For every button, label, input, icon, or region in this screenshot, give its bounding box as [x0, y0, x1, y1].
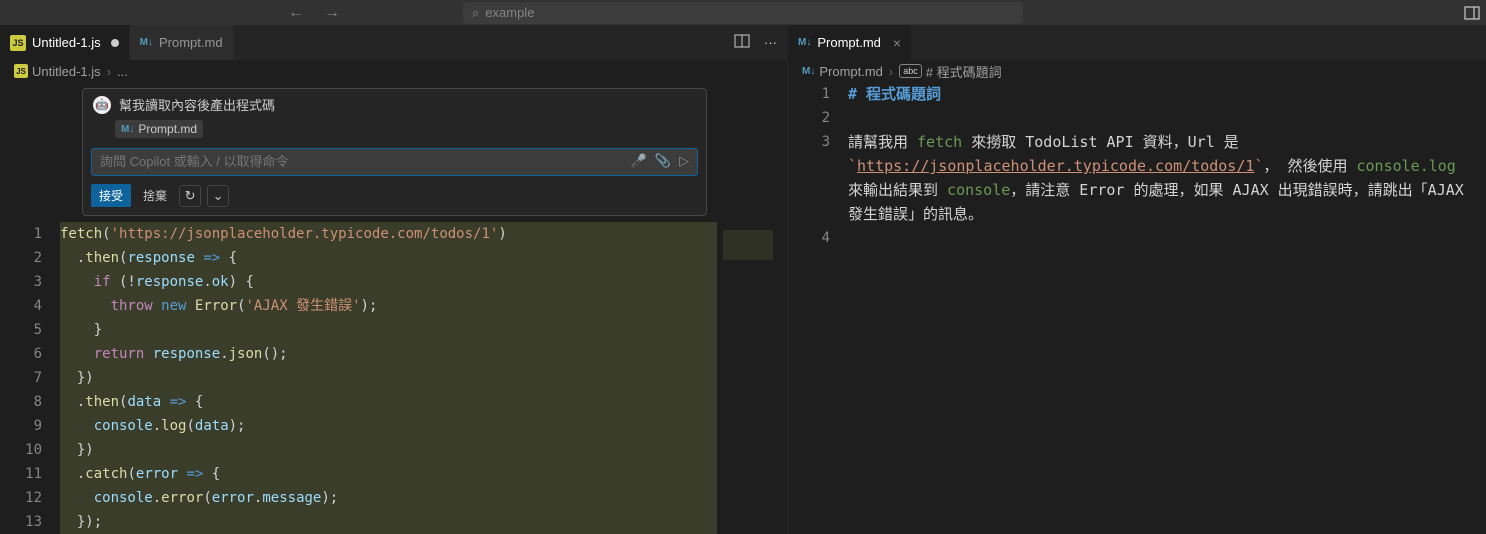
accept-button[interactable]: 接受 [91, 184, 131, 207]
code-content[interactable]: fetch('https://jsonplaceholder.typicode.… [60, 222, 717, 534]
copilot-inline-chat: 🤖 幫我讀取內容後產出程式碼 M↓ Prompt.md 🎤 📎 ▷ 接受 捨棄 … [82, 88, 707, 216]
editor-group-left: JS Untitled-1.js M↓ Prompt.md ··· JS Unt… [0, 25, 788, 534]
nav-forward-icon[interactable]: → [324, 4, 340, 22]
markdown-icon: M↓ [798, 37, 811, 48]
breadcrumb-right[interactable]: M↓ Prompt.md › abc # 程式碼題詞 [788, 60, 1486, 82]
line-gutter: 12345678910111213 [0, 222, 60, 534]
split-editor-icon[interactable] [734, 33, 750, 52]
tab-bar-right: M↓ Prompt.md × [788, 25, 1486, 60]
copilot-prompt-text: 幫我讀取內容後產出程式碼 [119, 95, 275, 114]
attach-icon[interactable]: 📎 [655, 153, 671, 169]
search-placeholder: example [485, 5, 534, 20]
copilot-reference-chip[interactable]: M↓ Prompt.md [115, 120, 203, 138]
copilot-input-field[interactable] [100, 154, 623, 169]
copilot-avatar-icon: 🤖 [93, 96, 111, 114]
javascript-icon: JS [14, 64, 28, 78]
javascript-icon: JS [10, 35, 26, 51]
markdown-icon: M↓ [802, 66, 815, 77]
code-editor[interactable]: 12345678910111213 fetch('https://jsonpla… [0, 222, 787, 534]
microphone-icon[interactable]: 🎤 [631, 153, 647, 169]
editor-group-right: M↓ Prompt.md × M↓ Prompt.md › abc # 程式碼題… [788, 25, 1486, 534]
dirty-indicator-icon [111, 39, 119, 47]
more-actions-icon[interactable]: ··· [764, 35, 777, 50]
layout-panel-icon[interactable] [1464, 5, 1480, 21]
breadcrumb-left[interactable]: JS Untitled-1.js › ... [0, 60, 787, 82]
markdown-icon: M↓ [121, 124, 134, 135]
close-icon[interactable]: × [893, 35, 901, 51]
discard-button[interactable]: 捨棄 [137, 184, 173, 207]
markdown-content[interactable]: # 程式碼題詞 請幫我用 fetch 來撈取 TodoList API 資料，U… [848, 82, 1486, 534]
line-gutter: 123 4 [788, 82, 848, 534]
minimap[interactable] [717, 222, 787, 534]
markdown-icon: M↓ [140, 37, 153, 48]
markdown-editor[interactable]: 123 4 # 程式碼題詞 請幫我用 fetch 來撈取 TodoList AP… [788, 82, 1486, 534]
tab-prompt-md-right[interactable]: M↓ Prompt.md × [788, 25, 912, 60]
chevron-down-icon[interactable]: ⌄ [207, 185, 229, 207]
rerun-icon[interactable]: ↻ [179, 185, 201, 207]
title-bar: ← → ⌕ example [0, 0, 1486, 25]
symbol-kind-icon: abc [899, 64, 922, 78]
tab-bar-left: JS Untitled-1.js M↓ Prompt.md ··· [0, 25, 787, 60]
command-center[interactable]: ⌕ example [463, 2, 1023, 24]
send-icon[interactable]: ▷ [679, 153, 689, 169]
tab-untitled-js[interactable]: JS Untitled-1.js [0, 25, 130, 60]
copilot-input[interactable]: 🎤 📎 ▷ [91, 148, 698, 176]
nav-back-icon[interactable]: ← [288, 4, 304, 22]
tab-prompt-md[interactable]: M↓ Prompt.md [130, 25, 234, 60]
search-icon: ⌕ [472, 5, 479, 21]
